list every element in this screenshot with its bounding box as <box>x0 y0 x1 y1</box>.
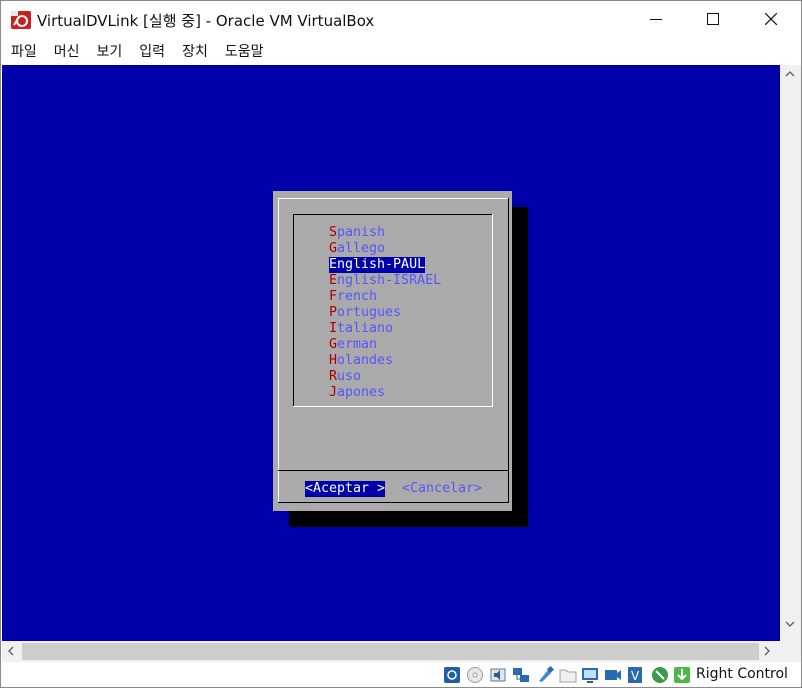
optical-drive-icon[interactable] <box>466 666 484 684</box>
menu-bar: 파일 머신 보기 입력 장치 도움말 <box>1 37 801 65</box>
button-separator <box>278 470 509 471</box>
menu-file[interactable]: 파일 <box>11 41 37 61</box>
shared-folders-icon[interactable] <box>559 666 577 684</box>
option-hotkey: J <box>329 385 338 400</box>
option-hotkey: F <box>329 289 338 304</box>
option-label: allego <box>337 241 386 256</box>
minimize-button[interactable] <box>633 1 679 37</box>
option-label: panish <box>337 225 386 240</box>
horizontal-scrollbar[interactable] <box>2 641 780 662</box>
minimize-icon <box>650 19 662 20</box>
menu-machine[interactable]: 머신 <box>54 41 80 61</box>
option-hotkey: G <box>329 337 338 352</box>
usb-icon[interactable] <box>536 666 554 684</box>
language-option-italiano[interactable]: Italiano <box>329 321 393 337</box>
language-option-japones[interactable]: Japones <box>329 385 385 401</box>
virtualbox-app-icon <box>11 11 31 29</box>
menu-input[interactable]: 입력 <box>139 41 165 61</box>
close-icon <box>765 13 777 25</box>
close-button[interactable] <box>748 1 794 37</box>
option-hotkey: S <box>329 225 338 240</box>
language-option-portugues[interactable]: Portugues <box>329 305 401 321</box>
maximize-button[interactable] <box>690 1 736 37</box>
scroll-right-icon[interactable] <box>764 646 770 656</box>
option-hotkey: R <box>329 369 338 384</box>
option-label: uso <box>337 369 362 384</box>
network-icon[interactable] <box>512 666 530 684</box>
scrollbar-thumb[interactable] <box>22 643 759 660</box>
cancel-button[interactable]: <Cancelar> <box>402 481 482 497</box>
list-border-bottom <box>293 406 493 407</box>
language-option-german[interactable]: German <box>329 337 377 353</box>
dialog-border-right <box>508 198 509 503</box>
option-hotkey: E <box>329 257 338 272</box>
language-option-english-israel[interactable]: English-ISRAEL <box>329 273 441 289</box>
option-hotkey: H <box>329 353 338 368</box>
language-option-gallego[interactable]: Gallego <box>329 241 385 257</box>
option-hotkey: P <box>329 305 338 320</box>
dialog-border-top <box>278 198 509 199</box>
maximize-icon <box>707 13 719 25</box>
option-label: olandes <box>337 353 394 368</box>
list-border-left <box>293 214 294 407</box>
option-hotkey: E <box>329 273 338 288</box>
dialog-border-left <box>278 198 279 503</box>
scrollbar-corner <box>780 641 801 662</box>
menu-help[interactable]: 도움말 <box>225 41 264 61</box>
virtualization-icon[interactable]: V <box>626 666 644 684</box>
option-label: taliano <box>337 321 394 336</box>
option-hotkey: G <box>329 241 338 256</box>
language-option-french[interactable]: French <box>329 289 377 305</box>
mouse-integration-icon[interactable] <box>651 666 669 684</box>
menu-devices[interactable]: 장치 <box>182 41 208 61</box>
dialog-border-bottom <box>278 502 509 503</box>
scroll-up-icon[interactable] <box>785 71 795 77</box>
option-label: erman <box>337 337 378 352</box>
menu-view[interactable]: 보기 <box>97 41 123 61</box>
audio-icon[interactable] <box>489 666 507 684</box>
host-key-label: Right Control <box>696 666 788 682</box>
option-hotkey: I <box>329 321 338 336</box>
option-label: nglish-PAUL <box>337 257 426 272</box>
language-dialog <box>273 191 512 511</box>
list-border-right <box>492 214 493 407</box>
option-label: ortugues <box>337 305 402 320</box>
language-option-english-paul[interactable]: English-PAUL <box>329 257 426 273</box>
hard-disk-icon[interactable] <box>443 666 461 684</box>
option-label: nglish-ISRAEL <box>337 273 442 288</box>
display-icon[interactable] <box>581 666 599 684</box>
title-bar[interactable]: VirtualDVLink [실행 중] - Oracle VM Virtual… <box>1 1 801 37</box>
scroll-left-icon[interactable] <box>8 646 14 656</box>
scroll-down-icon[interactable] <box>785 621 795 627</box>
svg-text:V: V <box>631 669 640 683</box>
status-bar: V Right Control <box>1 662 801 687</box>
language-option-ruso[interactable]: Ruso <box>329 369 361 385</box>
option-label: apones <box>337 385 386 400</box>
keyboard-capture-icon[interactable] <box>673 666 691 684</box>
option-label: rench <box>337 289 378 304</box>
list-border-top <box>293 214 492 215</box>
language-option-spanish[interactable]: Spanish <box>329 225 385 241</box>
video-capture-icon[interactable] <box>604 666 622 684</box>
window-title: VirtualDVLink [실행 중] - Oracle VM Virtual… <box>37 12 375 30</box>
language-option-holandes[interactable]: Holandes <box>329 353 393 369</box>
accept-button[interactable]: <Aceptar > <box>305 481 386 497</box>
vertical-scrollbar[interactable] <box>780 65 801 641</box>
